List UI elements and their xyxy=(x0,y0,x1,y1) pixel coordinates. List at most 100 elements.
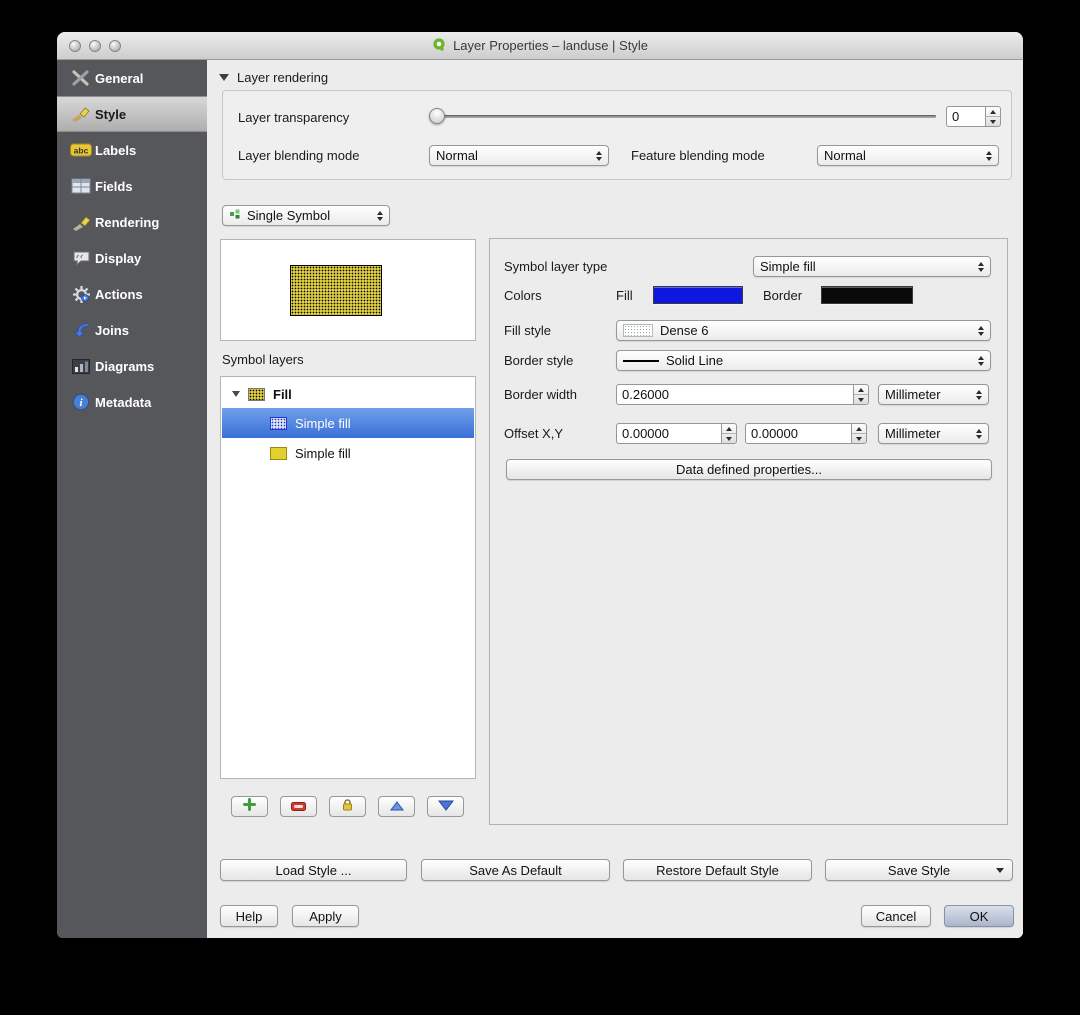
step-down-icon[interactable] xyxy=(854,395,868,404)
renderer-combo[interactable]: Single Symbol xyxy=(222,205,390,226)
offset-unit-combo[interactable]: Millimeter xyxy=(878,423,989,444)
labels-icon: abc xyxy=(67,142,95,158)
transparency-stepper[interactable] xyxy=(985,106,1001,127)
tree-expand-icon[interactable] xyxy=(232,391,240,397)
border-width-unit-combo[interactable]: Millimeter xyxy=(878,384,989,405)
svg-text:abc: abc xyxy=(74,146,89,156)
border-color-swatch[interactable] xyxy=(821,286,913,304)
display-bubble-icon xyxy=(67,250,95,267)
tree-item-fill[interactable]: Fill xyxy=(222,380,474,408)
symbol-layer-properties-panel: Symbol layer type Simple fill Colors Fil… xyxy=(489,238,1008,825)
window-title: Layer Properties – landuse | Style xyxy=(432,37,648,55)
sidebar-item-labels[interactable]: abc Labels xyxy=(57,132,207,168)
lock-icon xyxy=(341,798,354,816)
fill-style-label: Fill style xyxy=(504,322,551,338)
apply-button[interactable]: Apply xyxy=(292,905,359,927)
add-symbol-layer-button[interactable] xyxy=(231,796,268,817)
combo-arrows-icon xyxy=(979,150,992,161)
step-up-icon[interactable] xyxy=(854,385,868,395)
transparency-value[interactable]: 0 xyxy=(946,106,985,127)
tree-item-simple-fill-2[interactable]: Simple fill xyxy=(222,439,474,467)
symbol-preview-swatch xyxy=(290,264,382,316)
sidebar-item-metadata[interactable]: i Metadata xyxy=(57,384,207,420)
sidebar-item-rendering[interactable]: Rendering xyxy=(57,204,207,240)
tree-item-simple-fill-1[interactable]: Simple fill xyxy=(222,408,474,438)
layer-blending-combo[interactable]: Normal xyxy=(429,145,609,166)
dropdown-arrow-icon xyxy=(996,868,1004,873)
sidebar-item-style[interactable]: Style xyxy=(57,96,207,132)
sidebar-item-joins[interactable]: Joins xyxy=(57,312,207,348)
combo-arrows-icon xyxy=(969,428,982,439)
step-up-icon[interactable] xyxy=(852,424,866,434)
offset-label: Offset X,Y xyxy=(504,425,564,441)
metadata-info-icon: i xyxy=(67,393,95,411)
step-down-icon[interactable] xyxy=(852,434,866,443)
close-button[interactable] xyxy=(69,40,81,52)
combo-arrows-icon xyxy=(370,210,383,221)
combo-arrows-icon xyxy=(971,325,984,336)
zoom-button[interactable] xyxy=(109,40,121,52)
layer-properties-window: Layer Properties – landuse | Style Gener… xyxy=(57,32,1023,938)
symbol-layers-header: Symbol layers xyxy=(222,351,304,367)
offset-y-value[interactable]: 0.00000 xyxy=(745,423,851,444)
collapse-triangle-icon xyxy=(219,73,229,81)
fill-pattern-icon xyxy=(248,387,265,401)
layer-rendering-header[interactable]: Layer rendering xyxy=(219,67,328,87)
transparency-spinbox[interactable]: 0 xyxy=(946,106,1001,127)
load-style-button[interactable]: Load Style ... xyxy=(220,859,407,881)
offset-x-value[interactable]: 0.00000 xyxy=(616,423,721,444)
symbol-layer-type-label: Symbol layer type xyxy=(504,258,608,274)
border-width-spinbox[interactable]: 0.26000 xyxy=(616,384,869,405)
offset-x-stepper[interactable] xyxy=(721,423,737,444)
cancel-button[interactable]: Cancel xyxy=(861,905,931,927)
minus-icon xyxy=(291,798,306,816)
sidebar-item-display[interactable]: Display xyxy=(57,240,207,276)
sidebar-item-diagrams[interactable]: Diagrams xyxy=(57,348,207,384)
transparency-slider[interactable] xyxy=(429,107,936,125)
step-up-icon[interactable] xyxy=(722,424,736,434)
sidebar: General Style abc Labels Fields Renderin… xyxy=(57,60,207,938)
remove-symbol-layer-button[interactable] xyxy=(280,796,317,817)
step-up-icon[interactable] xyxy=(986,107,1000,117)
fill-style-pattern-icon xyxy=(623,324,653,337)
fill-style-combo[interactable]: Dense 6 xyxy=(616,320,991,341)
fields-table-icon xyxy=(67,178,95,194)
blend-mode-label: Layer blending mode xyxy=(238,147,360,163)
feature-blending-combo[interactable]: Normal xyxy=(817,145,999,166)
step-down-icon[interactable] xyxy=(722,434,736,443)
sidebar-item-actions[interactable]: Actions xyxy=(57,276,207,312)
colors-label: Colors xyxy=(504,287,542,303)
save-as-default-button[interactable]: Save As Default xyxy=(421,859,610,881)
border-style-label: Border style xyxy=(504,352,574,368)
sidebar-item-general[interactable]: General xyxy=(57,60,207,96)
restore-default-style-button[interactable]: Restore Default Style xyxy=(623,859,812,881)
data-defined-properties-button[interactable]: Data defined properties... xyxy=(506,459,992,480)
step-down-icon[interactable] xyxy=(986,117,1000,126)
titlebar[interactable]: Layer Properties – landuse | Style xyxy=(57,32,1023,60)
simple-fill-blue-icon xyxy=(270,416,287,430)
combo-arrows-icon xyxy=(971,261,984,272)
save-style-button[interactable]: Save Style xyxy=(825,859,1013,881)
offset-y-stepper[interactable] xyxy=(851,423,867,444)
minimize-button[interactable] xyxy=(89,40,101,52)
joins-arrow-icon xyxy=(67,322,95,338)
move-layer-up-button[interactable] xyxy=(378,796,415,817)
offset-x-spinbox[interactable]: 0.00000 xyxy=(616,423,737,444)
slider-groove xyxy=(429,115,936,118)
plus-icon xyxy=(243,797,256,816)
symbol-preview-box xyxy=(220,239,476,341)
move-layer-down-button[interactable] xyxy=(427,796,464,817)
border-width-value[interactable]: 0.26000 xyxy=(616,384,853,405)
rendering-brush-icon xyxy=(67,213,95,231)
symbol-layer-type-combo[interactable]: Simple fill xyxy=(753,256,991,277)
slider-knob[interactable] xyxy=(429,108,445,124)
border-style-combo[interactable]: Solid Line xyxy=(616,350,991,371)
style-page: Layer rendering Layer transparency 0 Lay… xyxy=(207,60,1023,938)
border-width-stepper[interactable] xyxy=(853,384,869,405)
help-button[interactable]: Help xyxy=(220,905,278,927)
lock-symbol-layer-button[interactable] xyxy=(329,796,366,817)
sidebar-item-fields[interactable]: Fields xyxy=(57,168,207,204)
ok-button[interactable]: OK xyxy=(944,905,1014,927)
offset-y-spinbox[interactable]: 0.00000 xyxy=(745,423,867,444)
fill-color-swatch[interactable] xyxy=(653,286,743,304)
